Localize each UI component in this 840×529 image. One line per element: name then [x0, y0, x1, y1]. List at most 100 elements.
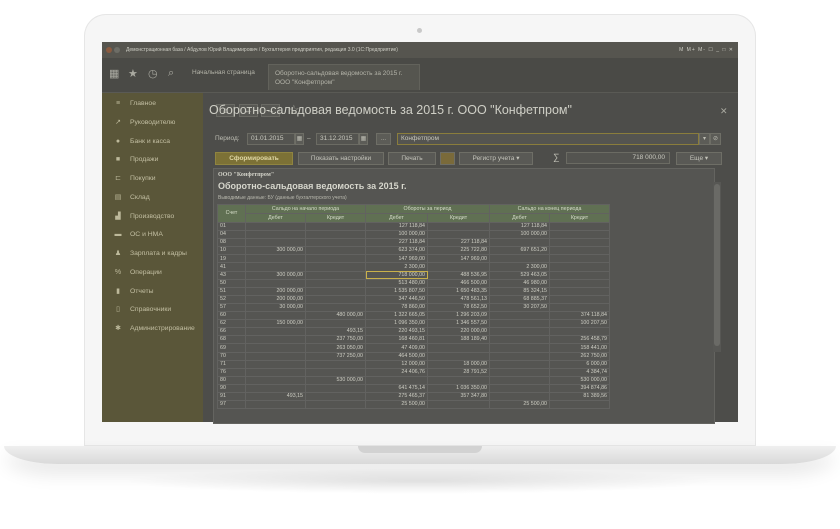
amount-cell[interactable]: 150 000,00 [245, 319, 306, 329]
amount-cell[interactable] [549, 286, 610, 296]
amount-cell[interactable] [489, 359, 550, 369]
amount-cell[interactable]: 30 000,00 [245, 302, 306, 313]
sidebar-item-main[interactable]: ≡ Главное [102, 95, 203, 112]
amount-cell[interactable]: 1 650 483,35 [427, 286, 490, 296]
amount-cell[interactable]: 12 000,00 [365, 359, 428, 369]
amount-cell[interactable]: 1 535 807,50 [365, 286, 428, 296]
amount-cell[interactable] [427, 221, 490, 232]
amount-cell[interactable]: 513 480,00 [365, 278, 428, 288]
amount-cell[interactable] [305, 302, 366, 313]
account-cell[interactable]: 41 [217, 262, 246, 272]
amount-cell[interactable]: 4 384,74 [549, 367, 610, 377]
amount-cell[interactable]: 1 322 665,05 [365, 311, 428, 321]
amount-cell[interactable] [489, 335, 550, 345]
amount-cell[interactable]: 493,15 [245, 391, 306, 402]
amount-cell[interactable] [305, 286, 366, 296]
amount-cell[interactable]: 85 324,15 [489, 286, 550, 296]
amount-cell[interactable]: 127 118,84 [365, 221, 428, 232]
search-icon[interactable]: ⌕ [168, 67, 174, 80]
account-cell[interactable]: 04 [217, 230, 246, 240]
amount-cell[interactable] [245, 343, 306, 353]
calendar-from-icon[interactable]: ▦ [295, 133, 304, 145]
amount-cell[interactable] [549, 327, 610, 337]
amount-cell[interactable]: 227 118,84 [365, 238, 428, 248]
sidebar-item-manager[interactable]: ↗ Руководителю [102, 114, 203, 131]
amount-cell[interactable]: 100 000,00 [365, 230, 428, 240]
register-button[interactable]: Регистр учета ▾ [459, 152, 533, 165]
amount-cell[interactable]: 68 885,37 [489, 294, 550, 304]
apps-grid-icon[interactable]: ▦ [109, 67, 119, 80]
amount-cell[interactable] [549, 230, 610, 240]
amount-cell[interactable] [245, 367, 306, 377]
amount-cell[interactable] [305, 391, 366, 402]
amount-cell[interactable] [305, 230, 366, 240]
amount-cell[interactable]: 623 374,00 [365, 246, 428, 256]
amount-cell[interactable] [489, 351, 550, 361]
amount-cell[interactable]: 220 000,00 [427, 327, 490, 337]
amount-cell[interactable] [245, 400, 306, 410]
amount-cell[interactable] [245, 311, 306, 321]
amount-cell[interactable] [549, 238, 610, 248]
account-cell[interactable]: 71 [217, 359, 246, 369]
print-button[interactable]: Печать [388, 152, 436, 165]
amount-cell[interactable] [245, 254, 306, 264]
amount-cell[interactable]: 168 460,81 [365, 335, 428, 345]
amount-cell[interactable]: 1 346 557,50 [427, 319, 490, 329]
amount-cell[interactable]: 478 561,13 [427, 294, 490, 304]
amount-cell[interactable]: 466 500,00 [427, 278, 490, 288]
account-cell[interactable]: 19 [217, 254, 246, 264]
amount-cell[interactable] [305, 262, 366, 272]
amount-cell[interactable]: 127 118,84 [489, 221, 550, 232]
amount-cell[interactable] [305, 254, 366, 264]
amount-cell[interactable]: 237 750,00 [305, 335, 366, 345]
amount-cell[interactable] [245, 230, 306, 240]
amount-cell[interactable]: 480 000,00 [305, 311, 366, 321]
amount-cell[interactable] [549, 221, 610, 232]
window-menu-icon[interactable] [114, 47, 120, 53]
date-from-field[interactable]: 01.01.2015 [247, 133, 295, 145]
amount-cell[interactable] [305, 221, 366, 232]
amount-cell[interactable] [245, 262, 306, 272]
sidebar-item-production[interactable]: ▟ Производство [102, 208, 203, 225]
amount-cell[interactable]: 18 000,00 [427, 359, 490, 369]
amount-cell[interactable] [427, 400, 490, 410]
amount-cell[interactable]: 200 000,00 [245, 294, 306, 304]
generate-button[interactable]: Сформировать [215, 152, 293, 165]
amount-cell[interactable]: 2 300,00 [365, 262, 428, 272]
amount-cell[interactable] [489, 367, 550, 377]
account-cell[interactable]: 01 [217, 221, 246, 232]
amount-cell[interactable] [305, 246, 366, 256]
sidebar-item-salary[interactable]: ♟ Зарплата и кадры [102, 245, 203, 262]
amount-cell[interactable]: 718 000,00 [365, 270, 428, 280]
amount-cell[interactable]: 530 000,00 [305, 375, 366, 385]
account-cell[interactable]: 10 [217, 246, 246, 256]
amount-cell[interactable] [489, 383, 550, 393]
amount-cell[interactable] [549, 294, 610, 304]
amount-cell[interactable] [305, 319, 366, 329]
amount-cell[interactable] [245, 383, 306, 393]
amount-cell[interactable]: 262 750,00 [549, 351, 610, 361]
amount-cell[interactable] [305, 270, 366, 280]
account-cell[interactable]: 91 [217, 391, 246, 402]
amount-cell[interactable] [549, 278, 610, 288]
amount-cell[interactable]: 2 300,00 [489, 262, 550, 272]
account-cell[interactable]: 08 [217, 238, 246, 248]
sidebar-item-bank[interactable]: ● Банк и касса [102, 133, 203, 150]
amount-cell[interactable]: 1 296 203,09 [427, 311, 490, 321]
vertical-scrollbar[interactable] [713, 182, 721, 352]
tab-home[interactable]: Начальная страница [186, 64, 264, 90]
amount-cell[interactable] [489, 327, 550, 337]
amount-cell[interactable] [489, 254, 550, 264]
close-icon[interactable]: ✕ [720, 106, 728, 117]
amount-cell[interactable] [365, 375, 428, 385]
amount-cell[interactable] [489, 238, 550, 248]
amount-cell[interactable] [245, 327, 306, 337]
date-to-field[interactable]: 31.12.2015 [316, 133, 359, 145]
amount-cell[interactable] [305, 367, 366, 377]
amount-cell[interactable]: 493,15 [305, 327, 366, 337]
amount-cell[interactable]: 100 207,50 [549, 319, 610, 329]
sidebar-item-reports[interactable]: ▮ Отчеты [102, 283, 203, 300]
amount-cell[interactable] [305, 359, 366, 369]
organization-field[interactable]: Конфетпром [397, 133, 699, 145]
account-cell[interactable]: 70 [217, 351, 246, 361]
